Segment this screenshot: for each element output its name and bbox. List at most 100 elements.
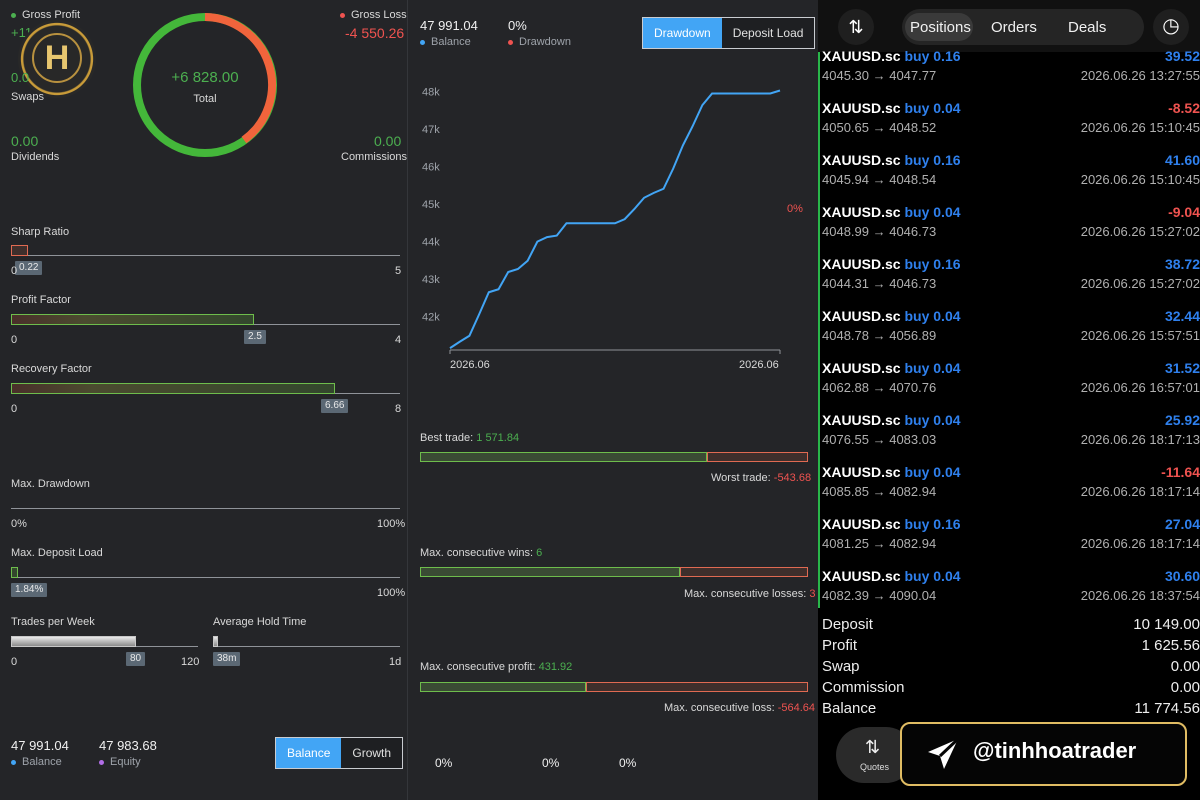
deal-row[interactable]: XAUUSD.sc buy 0.04 4062.88 → 4070.76 31.52… xyxy=(822,358,1200,410)
deal-row[interactable]: XAUUSD.sc buy 0.16 4045.94 → 4048.54 41.60… xyxy=(822,150,1200,202)
losses-bar-fill xyxy=(680,567,808,577)
deal-symbol-text: XAUUSD.sc xyxy=(822,360,901,376)
bottom-balance-value: 47 991.04 xyxy=(11,738,69,753)
summary-value: 0.00 xyxy=(1170,658,1200,675)
deal-side: buy 0.16 xyxy=(904,516,961,532)
deal-prices: 4085.85 → 4082.94 xyxy=(822,484,937,499)
bottom-percent-2: 0% xyxy=(542,756,560,770)
bottom-percent-1: 0% xyxy=(435,756,453,770)
deal-symbol: XAUUSD.sc buy 0.04 xyxy=(822,412,961,428)
wins-bar-fill xyxy=(420,567,680,577)
blue-dot-icon xyxy=(420,39,425,45)
average-hold-time-fill xyxy=(213,636,218,647)
deal-time: 2026.06.26 16:57:01 xyxy=(1080,380,1200,395)
deal-symbol-text: XAUUSD.sc xyxy=(822,568,901,584)
max-deposit-load-track xyxy=(11,577,400,578)
watermark-badge: @tinhhoatrader xyxy=(900,722,1187,786)
sort-icon[interactable]: ⇅ xyxy=(838,9,874,45)
deal-time: 2026.06.26 13:27:55 xyxy=(1080,68,1200,83)
commissions-value: 0.00 xyxy=(374,133,402,149)
profit-bar-fill xyxy=(420,682,586,692)
summary-value: 1 625.56 xyxy=(1141,637,1200,654)
history-clock-icon[interactable]: ◷ xyxy=(1153,9,1189,45)
deal-profit: 30.60 xyxy=(1164,568,1200,584)
deal-symbol: XAUUSD.sc buy 0.16 xyxy=(822,48,961,64)
gross-profit-label-row: Gross Profit xyxy=(11,9,80,21)
growth-button[interactable]: Growth xyxy=(341,738,403,768)
wins-losses-bar xyxy=(420,567,808,577)
balance-growth-toggle: Balance Growth xyxy=(275,737,404,769)
deal-row[interactable]: XAUUSD.sc buy 0.16 4081.25 → 4082.94 27.04… xyxy=(822,514,1200,566)
x-tick-label: 2026.06 xyxy=(450,359,490,371)
total-value: +6 828.00 xyxy=(171,69,239,86)
deal-row[interactable]: XAUUSD.sc buy 0.16 4044.31 → 4046.73 38.72… xyxy=(822,254,1200,306)
deal-row[interactable]: XAUUSD.sc buy 0.04 4076.55 → 4083.03 25.92… xyxy=(822,410,1200,462)
balance-series-line xyxy=(449,89,781,349)
max-drawdown-track xyxy=(11,508,400,509)
sharp-ratio-label: Sharp Ratio xyxy=(11,226,70,238)
max-wins-row: Max. consecutive wins: 6 xyxy=(420,547,543,559)
deal-row[interactable]: XAUUSD.sc buy 0.04 4085.85 → 4082.94 -11.6… xyxy=(822,462,1200,514)
average-hold-time-track xyxy=(213,646,400,647)
tab-positions[interactable]: Positions xyxy=(910,19,971,36)
deal-prices: 4076.55 → 4083.03 xyxy=(822,432,937,447)
deal-profit: 32.44 xyxy=(1164,308,1200,324)
deal-symbol: XAUUSD.sc buy 0.04 xyxy=(822,360,961,376)
send-icon xyxy=(924,735,962,773)
deal-profit: -11.64 xyxy=(1161,464,1200,480)
deal-profit: -8.52 xyxy=(1168,100,1200,116)
logo: H xyxy=(18,20,96,98)
profit-factor-max: 4 xyxy=(395,334,402,346)
bottom-balance-label-row: Balance xyxy=(11,756,62,768)
deposit-load-button[interactable]: Deposit Load xyxy=(721,18,815,48)
deal-row[interactable]: XAUUSD.sc buy 0.04 4048.99 → 4046.73 -9.04… xyxy=(822,202,1200,254)
deal-row[interactable]: XAUUSD.sc buy 0.04 4050.65 → 4048.52 -8.52… xyxy=(822,98,1200,150)
summary-label: Profit xyxy=(822,637,858,654)
deal-time: 2026.06.26 15:27:02 xyxy=(1080,224,1200,239)
max-profit-row: Max. consecutive profit: 431.92 xyxy=(420,661,573,673)
swaps-label: Swaps xyxy=(11,91,45,103)
dividends-label: Dividends xyxy=(11,151,60,163)
gross-loss-value: -4 550.26 xyxy=(345,25,405,41)
deal-time: 2026.06.26 15:27:02 xyxy=(1080,276,1200,291)
deal-prices: 4048.99 → 4046.73 xyxy=(822,224,937,239)
chart-panel: 47 991.04 Balance 0% Drawdown Drawdown D… xyxy=(408,0,818,800)
best-bar-fill xyxy=(420,452,707,462)
deal-profit: 25.92 xyxy=(1164,412,1200,428)
deal-symbol-text: XAUUSD.sc xyxy=(822,516,901,532)
sharp-ratio-min: 0 xyxy=(11,265,18,277)
drawdown-button[interactable]: Drawdown xyxy=(643,18,722,48)
max-losses-row: Max. consecutive losses: 3 xyxy=(684,588,816,600)
chart-drawdown-value: 0% xyxy=(508,18,527,33)
green-side-line xyxy=(818,52,820,608)
best-trade-row: Best trade: 1 571.84 xyxy=(420,432,520,444)
drawdown-marker: 0% xyxy=(787,203,803,215)
deal-time: 2026.06.26 18:17:13 xyxy=(1080,432,1200,447)
deal-row[interactable]: XAUUSD.sc buy 0.16 4045.30 → 4047.77 39.52… xyxy=(822,46,1200,98)
deal-profit: 27.04 xyxy=(1164,516,1200,532)
watermark-text: @tinhhoatrader xyxy=(973,738,1137,763)
deal-row[interactable]: XAUUSD.sc buy 0.04 4082.39 → 4090.04 30.60… xyxy=(822,566,1200,618)
deal-symbol-text: XAUUSD.sc xyxy=(822,308,901,324)
y-tick-label: 46k xyxy=(422,161,440,173)
deal-side: buy 0.16 xyxy=(904,48,961,64)
deal-row[interactable]: XAUUSD.sc buy 0.04 4048.78 → 4056.89 32.44… xyxy=(822,306,1200,358)
x-tick-label: 2026.06 xyxy=(739,359,779,371)
total-label: Total xyxy=(193,93,217,105)
deal-side: buy 0.04 xyxy=(904,308,961,324)
max-deposit-load-label: Max. Deposit Load xyxy=(11,547,103,559)
tab-orders[interactable]: Orders xyxy=(991,19,1037,36)
deal-side: buy 0.04 xyxy=(904,100,961,116)
y-tick-label: 47k xyxy=(422,124,440,136)
profit-factor-min: 0 xyxy=(11,334,18,346)
recovery-factor-fill xyxy=(11,383,335,394)
deal-symbol-text: XAUUSD.sc xyxy=(822,100,901,116)
average-hold-time-value: 38m xyxy=(213,652,241,666)
loss-bar-fill xyxy=(586,682,808,692)
summary-row: Swap 0.00 xyxy=(822,658,1200,675)
recovery-factor-min: 0 xyxy=(11,403,18,415)
balance-button[interactable]: Balance xyxy=(276,738,342,768)
profit-factor-value: 2.5 xyxy=(244,330,266,344)
red-dot-icon xyxy=(340,12,345,18)
tab-deals[interactable]: Deals xyxy=(1068,19,1106,36)
